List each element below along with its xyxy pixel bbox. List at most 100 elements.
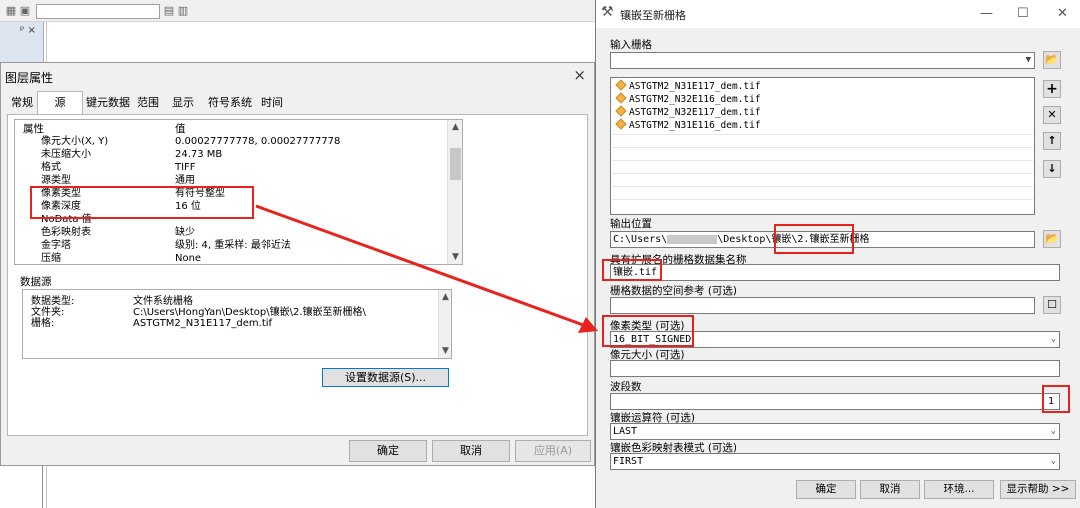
list-item[interactable]: ASTGTM2_N31E117_dem.tif: [615, 79, 761, 93]
row-value: 缺少: [175, 227, 195, 238]
input-rasters-combo[interactable]: ▼: [610, 52, 1035, 69]
chevron-down-icon[interactable]: ⌄: [1051, 424, 1056, 439]
tab-extent[interactable]: 范围: [133, 93, 163, 113]
minimize-icon[interactable]: —: [980, 6, 993, 21]
datasource-label: 数据源: [20, 276, 52, 288]
row-value: TIFF: [175, 162, 196, 173]
raster-icon: [615, 79, 627, 91]
pin-close-icon[interactable]: ᵖ ×: [20, 25, 36, 36]
input-rasters-label: 输入栅格: [610, 39, 652, 51]
scroll-up-icon[interactable]: ▲: [439, 290, 452, 304]
toolbar-icon-b[interactable]: ▣: [18, 4, 32, 17]
highlight-pixel-type: [602, 315, 694, 347]
datasource-value: C:\Users\HongYan\Desktop\镶嵌\2.镶嵌至新栅格\: [133, 307, 366, 318]
raster-icon: [615, 92, 627, 104]
scroll-thumb[interactable]: [450, 148, 461, 180]
list-item[interactable]: ASTGTM2_N32E116_dem.tif: [615, 92, 761, 106]
table-row: 压缩 None: [15, 252, 443, 264]
path-prefix: C:\Users\: [613, 234, 668, 245]
mosaic-title: 镶嵌至新栅格: [620, 9, 686, 22]
table-scrollbar[interactable]: ▲ ▼: [447, 120, 462, 264]
row-value: None: [175, 253, 202, 264]
dialog-title: 图层属性: [5, 71, 54, 85]
browse-folder-icon[interactable]: 📂: [1043, 51, 1061, 69]
chevron-down-icon[interactable]: ⌄: [1051, 454, 1056, 469]
browse-folder-icon[interactable]: 📂: [1043, 230, 1061, 248]
datasource-value: 文件系统栅格: [133, 296, 193, 307]
tab-general[interactable]: 常规: [7, 93, 37, 113]
move-up-icon[interactable]: ↑: [1043, 132, 1061, 150]
chevron-down-icon[interactable]: ⌄: [1051, 332, 1056, 347]
scroll-down-icon[interactable]: ▼: [448, 250, 462, 264]
spatial-reference-input[interactable]: [610, 297, 1035, 314]
list-item-label: ASTGTM2_N32E117_dem.tif: [629, 107, 761, 118]
list-item[interactable]: ASTGTM2_N32E117_dem.tif: [615, 105, 761, 119]
chevron-down-icon[interactable]: ▼: [1026, 53, 1031, 68]
list-item-label: ASTGTM2_N31E116_dem.tif: [629, 120, 761, 131]
list-item-label: ASTGTM2_N32E116_dem.tif: [629, 94, 761, 105]
row-value: 0.00027777778, 0.00027777778: [175, 136, 341, 147]
output-location-label: 输出位置: [610, 218, 652, 230]
datasource-scrollbar[interactable]: ▲ ▼: [438, 290, 451, 358]
redacted-username: [667, 234, 718, 244]
set-datasource-button[interactable]: 设置数据源(S)...: [322, 368, 449, 387]
row-key: 金字塔: [41, 240, 71, 251]
move-down-icon[interactable]: ↓: [1043, 160, 1061, 178]
layer-properties-dialog: 图层属性 × 常规 源 键元数据 范围 显示 符号系统 时间 属性 值 像元大小…: [0, 62, 595, 466]
table-row: 色彩映射表 缺少: [15, 226, 443, 239]
cancel-button[interactable]: 取消: [432, 440, 510, 462]
list-divider: [612, 186, 1033, 187]
close-icon[interactable]: ✕: [1057, 6, 1068, 21]
highlight-pixel-rows: [30, 186, 254, 219]
ok-button[interactable]: 确定: [349, 440, 427, 462]
cancel-button[interactable]: 取消: [860, 480, 920, 499]
datasource-key: 栅格:: [31, 318, 55, 329]
datasource-row: 栅格: ASTGTM2_N31E117_dem.tif: [31, 318, 272, 329]
toolbar-combo[interactable]: [36, 4, 160, 19]
toolbar-icon-d[interactable]: ▥: [176, 4, 190, 17]
maximize-icon[interactable]: ☐: [1017, 6, 1029, 21]
table-row: 格式 TIFF: [15, 161, 443, 174]
colormap-mode-value: FIRST: [613, 456, 644, 467]
toolbar-icon-c[interactable]: ▤: [162, 4, 176, 17]
row-value: 24.73 MB: [175, 149, 223, 160]
ok-button[interactable]: 确定: [796, 480, 856, 499]
environments-button[interactable]: 环境...: [924, 480, 994, 499]
dataset-name-input[interactable]: 镶嵌.tif: [610, 264, 1060, 281]
highlight-output-folder: [774, 224, 854, 254]
toolbar-icon-a[interactable]: ▦: [4, 4, 18, 17]
spatial-reference-icon[interactable]: ☐: [1043, 296, 1061, 314]
row-value: 级别: 4, 重采样: 最邻近法: [175, 240, 291, 251]
remove-icon[interactable]: ✕: [1043, 106, 1061, 124]
mosaic-operator-select[interactable]: LAST ⌄: [610, 423, 1060, 440]
list-divider: [612, 134, 1033, 135]
row-key: 色彩映射表: [41, 227, 91, 238]
show-help-button[interactable]: 显示帮助 >>: [1000, 480, 1076, 499]
colormap-mode-select[interactable]: FIRST ⌄: [610, 453, 1060, 470]
tab-key-metadata[interactable]: 键元数据: [84, 93, 132, 113]
datasource-row: 文件夹: C:\Users\HongYan\Desktop\镶嵌\2.镶嵌至新栅格…: [31, 307, 366, 318]
tab-display[interactable]: 显示: [167, 93, 199, 113]
tab-time[interactable]: 时间: [257, 93, 287, 113]
tab-symbology[interactable]: 符号系统: [205, 93, 255, 113]
scroll-up-icon[interactable]: ▲: [448, 120, 462, 134]
mosaic-titlebar: ⚒ 镶嵌至新栅格 — ☐ ✕: [596, 0, 1080, 28]
apply-button[interactable]: 应用(A): [515, 440, 591, 462]
source-tab-panel: 属性 值 像元大小(X, Y) 0.00027777778, 0.00027777…: [7, 114, 588, 436]
close-icon[interactable]: ×: [573, 66, 586, 84]
column-header-property: 属性: [23, 123, 44, 135]
scroll-down-icon[interactable]: ▼: [439, 344, 452, 358]
band-count-input[interactable]: 1: [610, 393, 1060, 410]
list-divider: [612, 173, 1033, 174]
add-icon[interactable]: +: [1043, 80, 1061, 98]
cell-size-input[interactable]: [610, 360, 1060, 377]
raster-icon: [615, 118, 627, 130]
row-key: 像元大小(X, Y): [41, 136, 109, 147]
hammer-icon: ⚒: [601, 4, 614, 20]
list-item[interactable]: ASTGTM2_N31E116_dem.tif: [615, 118, 761, 132]
datasource-value: ASTGTM2_N31E117_dem.tif: [133, 318, 273, 329]
column-header-value: 值: [175, 123, 186, 135]
table-header: 属性 值: [15, 120, 443, 135]
tab-source[interactable]: 源: [37, 91, 83, 114]
datasource-key: 数据类型:: [31, 296, 75, 307]
